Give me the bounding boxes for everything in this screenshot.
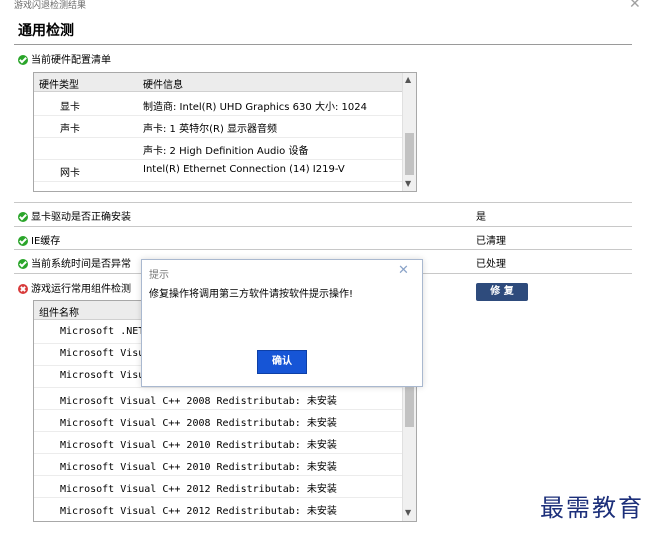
- check-label: 当前系统时间是否异常: [31, 259, 131, 270]
- window-close-icon[interactable]: ✕: [629, 0, 641, 12]
- check-value: 是: [476, 212, 486, 223]
- scroll-down-icon[interactable]: ▼: [405, 508, 411, 517]
- window-titlebar: 游戏闪退检测结果 ✕: [0, 0, 661, 12]
- components-label: 游戏运行常用组件检测: [31, 284, 131, 295]
- divider: [14, 226, 632, 227]
- hardware-info: 声卡: 2 High Definition Audio 设备: [143, 146, 309, 157]
- confirm-button[interactable]: 确认: [257, 350, 307, 374]
- scroll-thumb[interactable]: [405, 385, 414, 427]
- check-value: 已清理: [476, 236, 506, 247]
- components-section-title: 游戏运行常用组件检测: [18, 280, 131, 295]
- error-circle-icon: [18, 284, 28, 294]
- scroll-thumb[interactable]: [405, 133, 414, 175]
- repair-button[interactable]: 修 复: [476, 283, 528, 301]
- check-circle-icon: [18, 259, 28, 269]
- component-row: Microsoft Visual C++ 2008 Redistributab:…: [60, 418, 337, 429]
- hardware-type: 显卡: [60, 102, 80, 113]
- component-row: Microsoft Visual C++ 2012 Redistributab:…: [60, 484, 337, 495]
- column-header-type: 硬件类型: [39, 80, 79, 91]
- scroll-up-icon[interactable]: ▲: [405, 75, 411, 84]
- check-ie-cache: IE缓存: [18, 232, 60, 247]
- check-system-time: 当前系统时间是否异常: [18, 255, 131, 270]
- dialog-close-icon[interactable]: ✕: [398, 263, 409, 278]
- column-header-info: 硬件信息: [143, 80, 183, 91]
- component-row: Microsoft Visual C++ 2012 Redistributab:…: [60, 506, 337, 517]
- hardware-type: 声卡: [60, 124, 80, 135]
- hardware-info: 声卡: 1 英特尔(R) 显示器音频: [143, 124, 278, 135]
- check-value: 已处理: [476, 259, 506, 270]
- check-circle-icon: [18, 55, 28, 65]
- check-label: IE缓存: [31, 236, 61, 247]
- window-title: 游戏闪退检测结果: [14, 1, 87, 11]
- watermark: 最需教育: [540, 494, 644, 522]
- check-label: 显卡驱动是否正确安装: [31, 212, 131, 223]
- divider: [14, 202, 632, 203]
- hardware-table: 硬件类型 硬件信息 显卡 制造商: Intel(R) UHD Graphics …: [33, 72, 417, 192]
- component-row: Microsoft Visual C++ 2010 Redistributab:…: [60, 462, 337, 473]
- hardware-label: 当前硬件配置清单: [31, 55, 111, 66]
- component-row: Microsoft Visual C++ 2008 Redistributab:…: [60, 396, 337, 407]
- hardware-table-header: 硬件类型 硬件信息: [34, 73, 402, 92]
- divider: [14, 44, 632, 45]
- check-circle-icon: [18, 212, 28, 222]
- hardware-section-title: 当前硬件配置清单: [18, 51, 111, 66]
- hardware-info: Intel(R) Ethernet Connection (14) I219-V: [143, 164, 345, 175]
- check-circle-icon: [18, 236, 28, 246]
- hardware-info: 制造商: Intel(R) UHD Graphics 630 大小: 1024: [143, 102, 367, 113]
- hardware-type: 网卡: [60, 168, 80, 179]
- check-driver: 显卡驱动是否正确安装: [18, 208, 131, 223]
- column-header-component: 组件名称: [39, 308, 79, 319]
- scroll-down-icon[interactable]: ▼: [405, 179, 411, 188]
- hardware-scrollbar[interactable]: ▲ ▼: [402, 73, 416, 191]
- dialog-title: 提示: [149, 270, 169, 281]
- divider: [14, 249, 632, 250]
- prompt-dialog: 提示 ✕ 修复操作将调用第三方软件请按软件提示操作! 确认: [141, 259, 423, 387]
- dialog-message: 修复操作将调用第三方软件请按软件提示操作!: [149, 289, 354, 300]
- page-heading: 通用检测: [18, 23, 74, 39]
- component-row: Microsoft Visual C++ 2010 Redistributab:…: [60, 440, 337, 451]
- component-row: Microsoft .NET: [60, 326, 145, 337]
